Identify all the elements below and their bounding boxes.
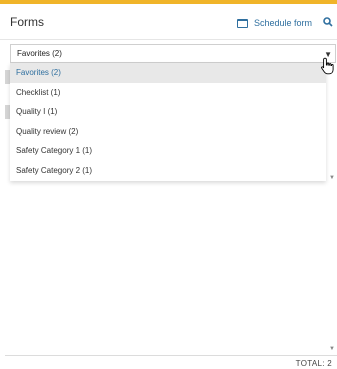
scroll-down-icon[interactable]: ▼	[329, 346, 335, 352]
list-scrollbar[interactable]	[326, 63, 336, 355]
page-title: Forms	[10, 15, 44, 29]
dropdown-option[interactable]: Safety Category 1 (1)	[10, 141, 326, 161]
dropdown-option[interactable]: Checklist (1)	[10, 83, 326, 103]
dropdown-option[interactable]: Quality I (1)	[10, 102, 326, 122]
list-footer: TOTAL: 2	[5, 355, 337, 369]
search-icon[interactable]	[323, 17, 333, 27]
forms-header: Forms Schedule form	[0, 4, 337, 40]
hand-pointer-icon	[321, 57, 334, 75]
dropdown-option[interactable]: Quality review (2)	[10, 122, 326, 142]
select-value: Favorites (2)	[17, 49, 62, 58]
form-category-select[interactable]: Favorites (2) ▼	[10, 44, 336, 63]
dropdown-option[interactable]: Favorites (2)	[10, 63, 326, 83]
scroll-down-icon[interactable]: ▼	[329, 175, 335, 181]
schedule-form-label: Schedule form	[254, 18, 313, 28]
dropdown-menu: Favorites (2) Checklist (1) Quality I (1…	[10, 63, 326, 181]
calendar-icon	[237, 18, 248, 28]
schedule-form-button[interactable]: Schedule form	[237, 18, 312, 28]
total-count: TOTAL: 2	[295, 359, 332, 368]
dropdown-option[interactable]: Safety Category 2 (1)	[10, 161, 326, 181]
